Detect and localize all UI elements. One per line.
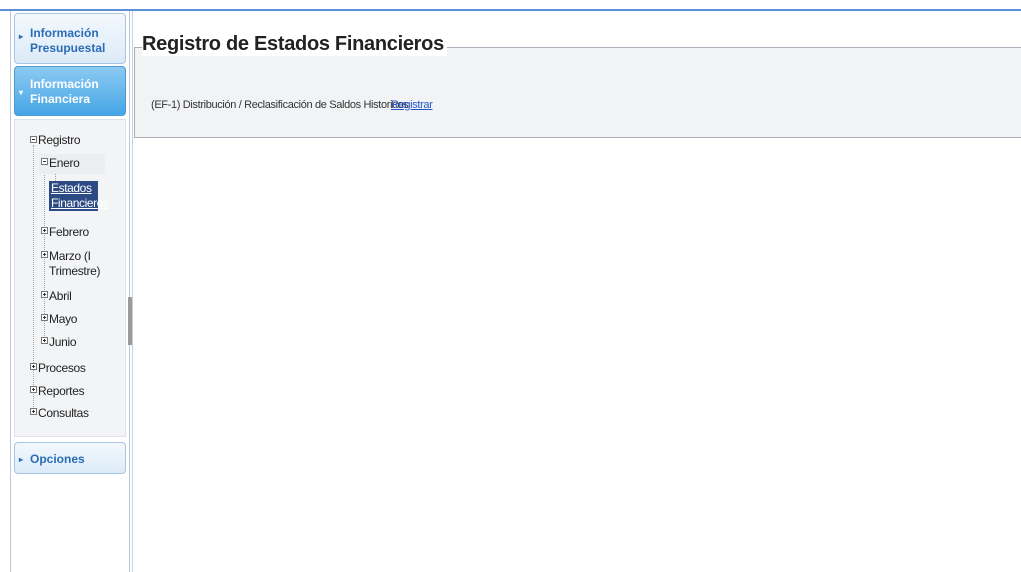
tree-node-label: Estados [51, 181, 92, 195]
chevron-right-icon: ▸ [19, 455, 24, 464]
section-label: Información [30, 77, 99, 91]
expand-icon[interactable] [41, 291, 48, 298]
tree-node-estados-financieros[interactable]: Estados Financieros [49, 181, 109, 211]
expand-icon[interactable] [41, 337, 48, 344]
tree-node-procesos[interactable]: Procesos [38, 361, 86, 376]
fieldset-panel [134, 47, 1021, 138]
tree-node-mayo[interactable]: Mayo [49, 312, 77, 327]
expand-icon[interactable] [30, 408, 37, 415]
tree-node-label: Marzo (I [49, 249, 91, 263]
registrar-link[interactable]: Registrar [391, 99, 433, 111]
collapse-icon[interactable] [41, 158, 48, 165]
section-informacion-financiera[interactable]: ▾ Información Financiera [14, 66, 126, 116]
expand-icon[interactable] [41, 251, 48, 258]
tree-node-abril[interactable]: Abril [49, 289, 72, 304]
expand-icon[interactable] [30, 363, 37, 370]
top-border [0, 9, 1021, 11]
section-label: Información [30, 26, 99, 40]
tree-node-registro[interactable]: Registro [38, 133, 81, 148]
section-label: Financiera [30, 92, 91, 106]
tree-node-enero[interactable]: Enero [49, 156, 80, 171]
section-label: Presupuestal [30, 41, 106, 55]
tree-node-marzo[interactable]: Marzo (I Trimestre) [49, 249, 101, 279]
tree-node-consultas[interactable]: Consultas [38, 406, 89, 421]
report-row-label: (EF-1) Distribución / Reclasificación de… [151, 99, 409, 111]
tree-node-reportes[interactable]: Reportes [38, 384, 85, 399]
section-opciones[interactable]: ▸ Opciones [14, 442, 126, 474]
expand-icon[interactable] [41, 314, 48, 321]
tree-connector [33, 145, 34, 415]
tree-node-junio[interactable]: Junio [49, 335, 77, 350]
page-title: Registro de Estados Financieros [142, 33, 447, 56]
main-divider [132, 11, 133, 572]
chevron-right-icon: ▸ [19, 32, 24, 41]
tree-node-label: Trimestre) [49, 264, 101, 278]
collapse-icon[interactable] [30, 136, 37, 143]
chevron-down-icon: ▾ [19, 88, 24, 97]
tree-node-label: Financieros [51, 196, 109, 210]
tree-node-febrero[interactable]: Febrero [49, 225, 89, 240]
expand-icon[interactable] [41, 227, 48, 234]
section-informacion-presupuestal[interactable]: ▸ Información Presupuestal [14, 13, 126, 64]
section-label: Opciones [30, 452, 85, 466]
expand-icon[interactable] [30, 386, 37, 393]
